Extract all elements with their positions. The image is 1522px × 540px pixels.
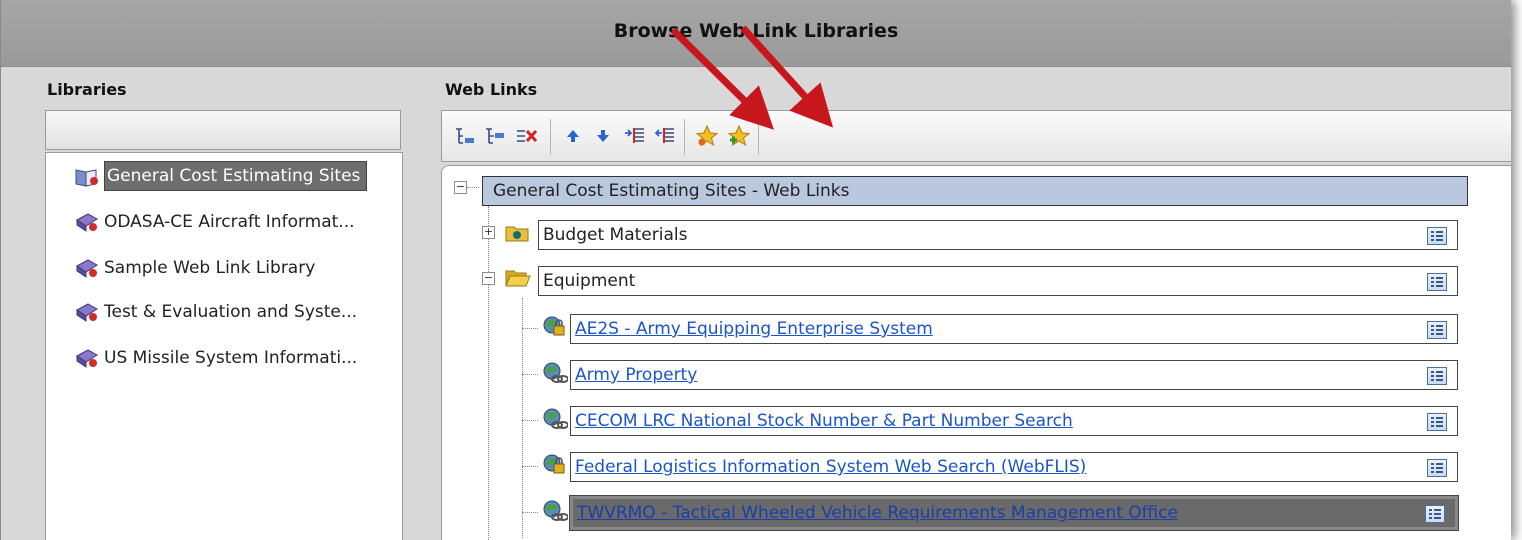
browse-web-link-libraries-window: Browse Web Link Libraries Libraries Gene…	[0, 0, 1511, 540]
annotation-arrow	[670, 27, 774, 130]
annotation-arrows	[670, 25, 834, 130]
annotation-arrow	[740, 25, 834, 128]
